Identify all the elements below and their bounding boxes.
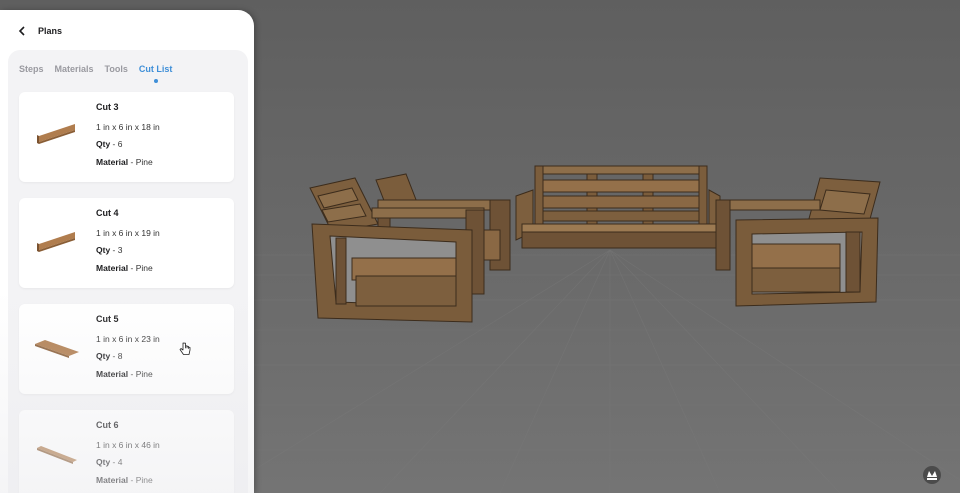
panel-header: Plans <box>0 10 254 52</box>
cut-card[interactable]: Cut 3 1 in x 6 in x 18 in Qty - 6 Materi… <box>19 92 234 182</box>
back-to-plans-link[interactable]: Plans <box>38 26 62 36</box>
tab-content-area: Steps Materials Tools Cut List Cut 3 1 i… <box>8 50 248 493</box>
active-tab-indicator <box>153 79 158 83</box>
board-icon <box>37 124 75 144</box>
board-icon <box>37 446 77 464</box>
cut-title: Cut 3 <box>96 102 119 112</box>
cut-material: Material - Pine <box>96 157 153 167</box>
tab-materials[interactable]: Materials <box>55 64 94 74</box>
tab-bar: Steps Materials Tools Cut List <box>19 64 183 83</box>
hand-pointer-icon <box>179 342 191 361</box>
cut-dimensions: 1 in x 6 in x 18 in <box>96 122 160 132</box>
right-chair <box>715 177 881 307</box>
cut-dimensions: 1 in x 6 in x 19 in <box>96 228 160 238</box>
cut-quantity: Qty - 8 <box>96 351 123 361</box>
cut-material: Material - Pine <box>96 475 153 485</box>
cut-card[interactable]: Cut 4 1 in x 6 in x 19 in Qty - 3 Materi… <box>19 198 234 288</box>
cut-quantity: Qty - 3 <box>96 245 123 255</box>
logo-icon <box>922 465 942 490</box>
cut-title: Cut 5 <box>96 314 119 324</box>
tab-steps[interactable]: Steps <box>19 64 44 74</box>
cut-material: Material - Pine <box>96 263 153 273</box>
cut-dimensions: 1 in x 6 in x 46 in <box>96 440 160 450</box>
cut-title: Cut 4 <box>96 208 119 218</box>
tab-cut-list-label: Cut List <box>138 64 173 74</box>
plan-sidebar: Plans Steps Materials Tools Cut List Cut… <box>0 10 254 493</box>
cut-material: Material - Pine <box>96 369 153 379</box>
cut-dimensions: 1 in x 6 in x 23 in <box>96 334 160 344</box>
chevron-left-icon[interactable] <box>18 24 30 38</box>
sofa <box>515 165 721 249</box>
cut-card[interactable]: Cut 6 1 in x 6 in x 46 in Qty - 4 Materi… <box>19 410 234 493</box>
board-icon <box>35 340 79 358</box>
cut-card[interactable]: Cut 5 1 in x 6 in x 23 in Qty - 8 Materi… <box>19 304 234 394</box>
cut-quantity: Qty - 6 <box>96 139 123 149</box>
tab-cut-list[interactable]: Cut List <box>138 64 173 83</box>
cut-quantity: Qty - 4 <box>96 457 123 467</box>
board-icon <box>37 232 75 252</box>
tab-tools[interactable]: Tools <box>105 64 128 74</box>
cut-title: Cut 6 <box>96 420 119 430</box>
